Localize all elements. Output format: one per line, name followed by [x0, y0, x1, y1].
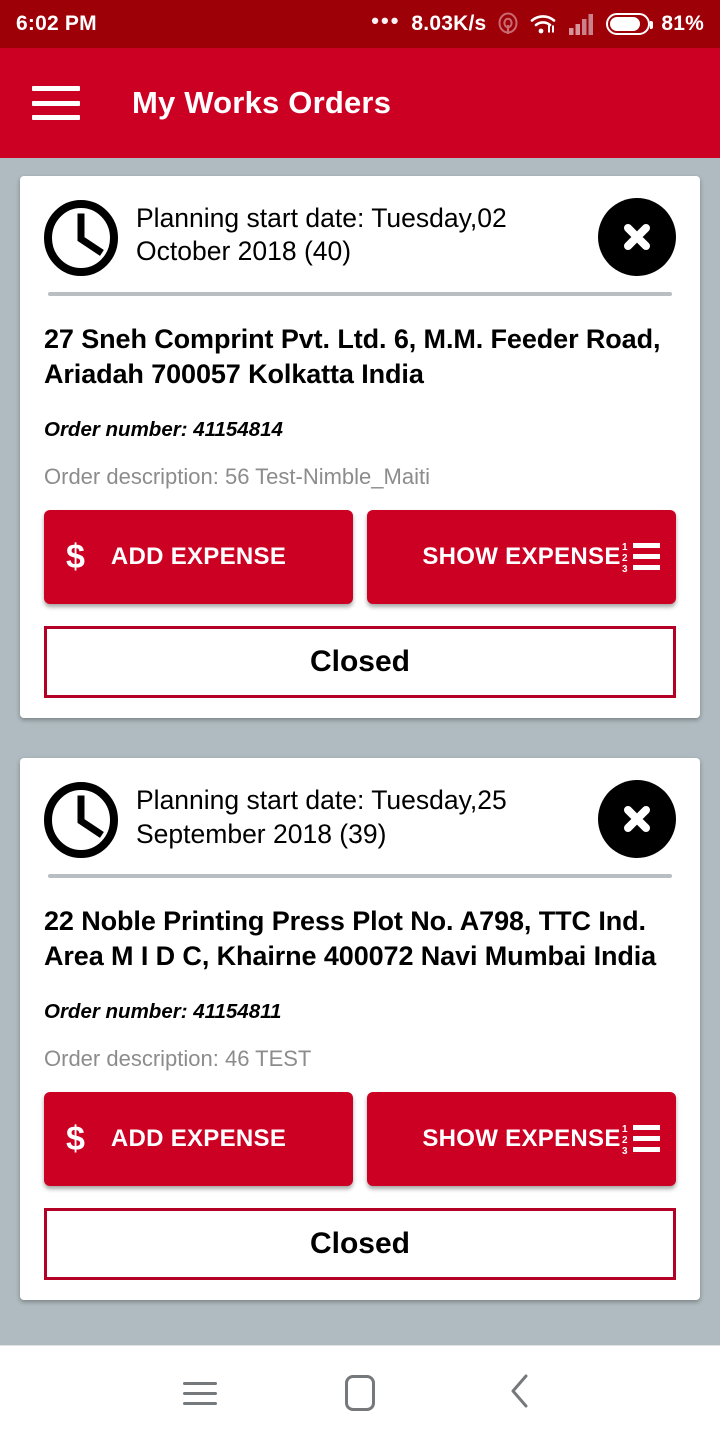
svg-text:1: 1 [622, 542, 628, 553]
svg-text:3: 3 [622, 564, 628, 574]
order-number: Order number: 41154814 [44, 418, 283, 442]
numbered-list-icon: 1 2 3 [622, 1122, 660, 1156]
show-expense-button[interactable]: SHOW EXPENSE 1 2 3 [367, 1092, 676, 1187]
order-address: 22 Noble Printing Press Plot No. A798, T… [44, 906, 657, 972]
order-actions: $ ADD EXPENSE SHOW EXPENSE 1 2 3 [44, 1092, 676, 1187]
order-number: Order number: 41154811 [44, 1000, 282, 1024]
planning-start-date: Planning start date: Tuesday,02 October … [136, 203, 507, 267]
home-icon [345, 1375, 375, 1411]
add-expense-button[interactable]: $ ADD EXPENSE [44, 1092, 353, 1187]
home-button[interactable] [280, 1375, 440, 1411]
order-card[interactable]: Planning start date: Tuesday,25 Septembe… [20, 758, 700, 1301]
cellular-signal-icon [569, 13, 595, 35]
svg-text:2: 2 [622, 553, 628, 564]
order-card-header: Planning start date: Tuesday,25 Septembe… [44, 780, 676, 859]
close-x-icon[interactable] [598, 198, 676, 276]
back-button[interactable] [440, 1371, 600, 1416]
close-x-icon[interactable] [598, 780, 676, 859]
network-speed-label: 8.03K/s [411, 12, 487, 35]
add-expense-label: ADD EXPENSE [110, 1125, 287, 1153]
battery-percent-label: 81% [661, 12, 704, 35]
svg-text:1: 1 [622, 1124, 628, 1135]
status-badge[interactable]: Closed [44, 1208, 676, 1281]
order-description: Order description: 56 Test-Nimble_Maiti [44, 464, 430, 490]
orders-list[interactable]: Planning start date: Tuesday,02 October … [0, 158, 720, 1345]
page-title: My Works Orders [132, 85, 392, 120]
battery-icon [606, 13, 654, 35]
card-divider [48, 874, 672, 879]
hamburger-menu-icon[interactable] [32, 86, 80, 120]
order-actions: $ ADD EXPENSE SHOW EXPENSE 1 2 3 [44, 510, 676, 605]
back-chevron-icon [507, 1371, 533, 1416]
order-description: Order description: 46 TEST [44, 1046, 312, 1072]
svg-text:2: 2 [622, 1135, 628, 1146]
status-bar: 6:02 PM ••• 8.03K/s 81% [0, 0, 720, 48]
numbered-list-icon: 1 2 3 [622, 540, 660, 574]
clock-icon [44, 198, 136, 276]
planning-start-date: Planning start date: Tuesday,25 Septembe… [136, 785, 507, 849]
card-divider [48, 292, 672, 296]
add-expense-label: ADD EXPENSE [110, 543, 287, 571]
overflow-dots-icon: ••• [371, 8, 401, 33]
add-expense-button[interactable]: $ ADD EXPENSE [44, 510, 353, 605]
app-screen: 6:02 PM ••• 8.03K/s 81% My Works Orders … [0, 0, 720, 1440]
recents-icon [183, 1381, 217, 1405]
dollar-icon: $ [66, 1120, 86, 1159]
hotspot-icon [497, 12, 519, 36]
order-card-header: Planning start date: Tuesday,02 October … [44, 198, 676, 276]
order-address: 27 Sneh Comprint Pvt. Ltd. 6, M.M. Feede… [44, 324, 661, 390]
show-expense-button[interactable]: SHOW EXPENSE 1 2 3 [367, 510, 676, 605]
clock-icon [44, 780, 136, 859]
android-navigation-bar [0, 1345, 720, 1440]
svg-text:3: 3 [622, 1146, 628, 1156]
order-card[interactable]: Planning start date: Tuesday,02 October … [20, 176, 700, 719]
wifi-icon [530, 13, 558, 35]
recents-button[interactable] [120, 1381, 280, 1405]
status-bar-icons: ••• 8.03K/s 81% [371, 8, 704, 36]
status-badge[interactable]: Closed [44, 626, 676, 699]
status-bar-clock: 6:02 PM [16, 12, 97, 35]
app-bar: My Works Orders [0, 48, 720, 158]
dollar-icon: $ [66, 538, 86, 577]
